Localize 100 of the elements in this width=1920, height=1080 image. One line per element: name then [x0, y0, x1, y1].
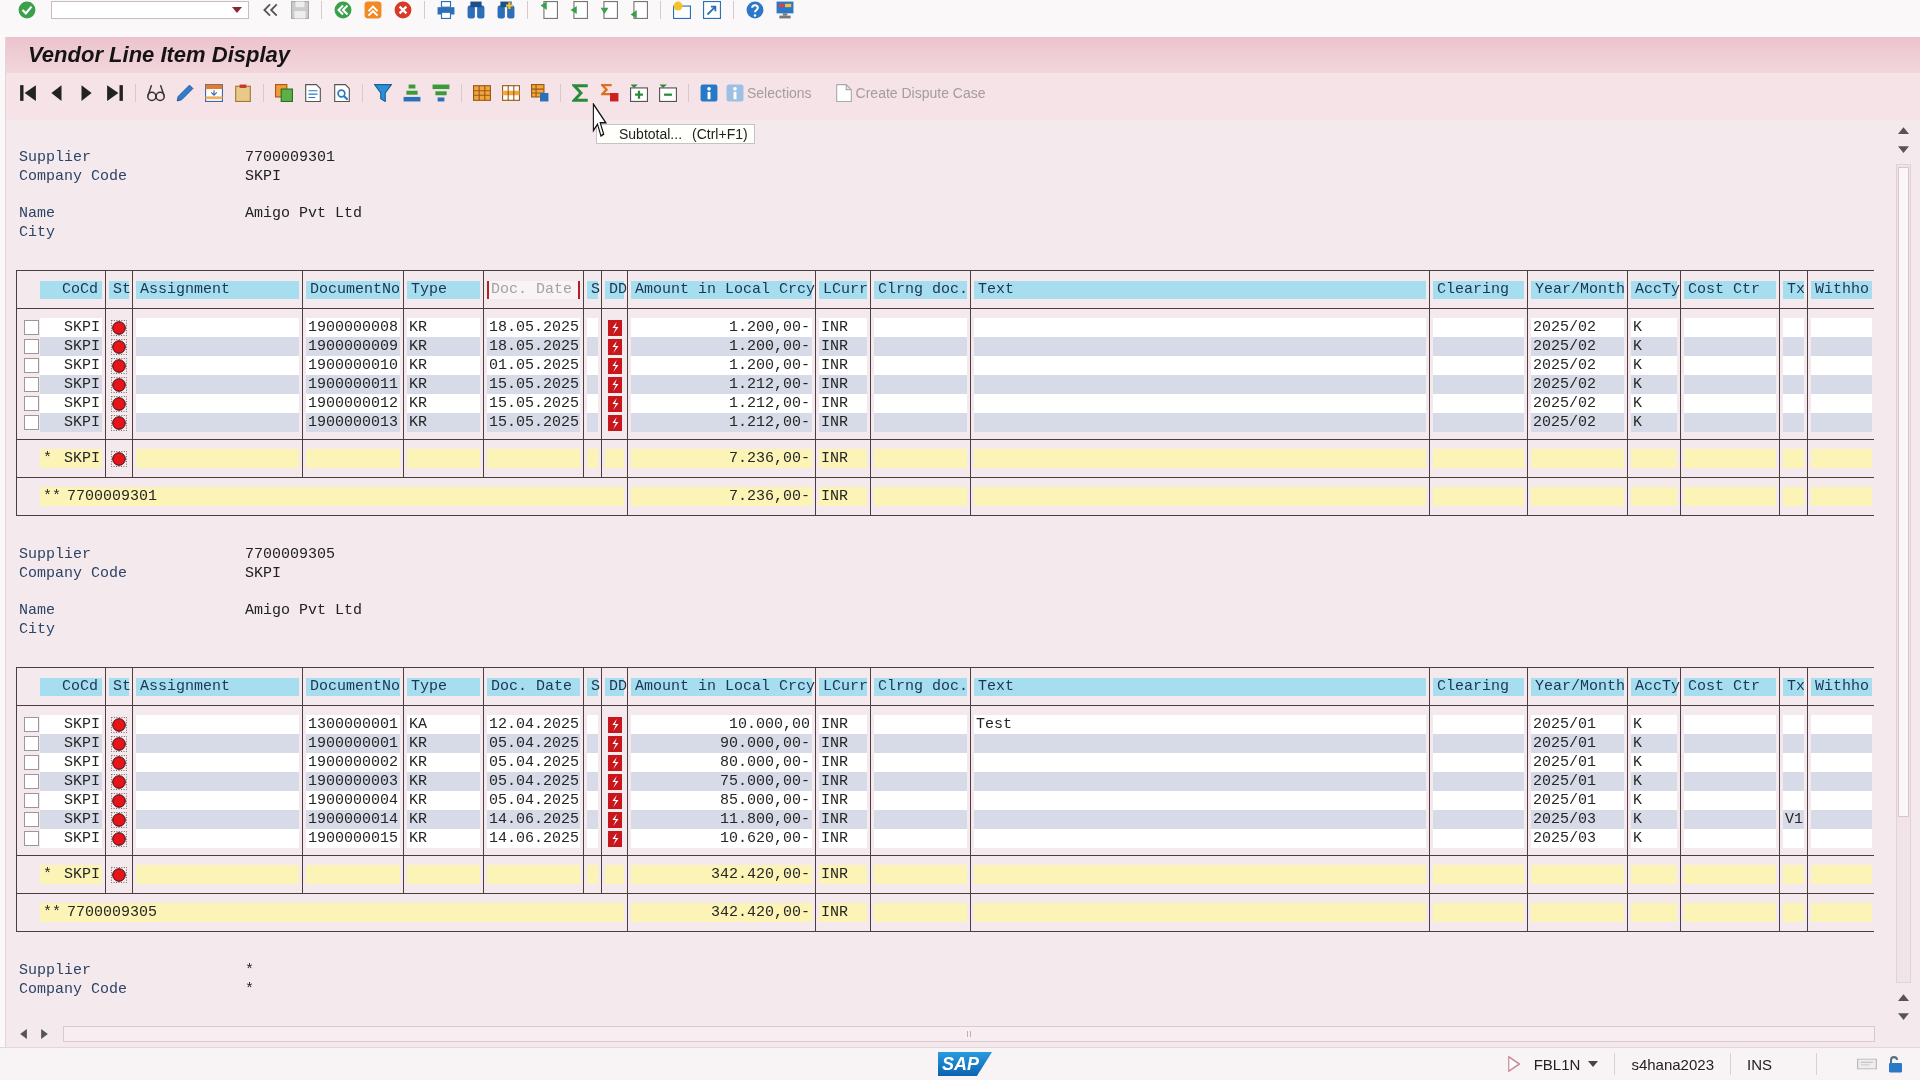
empty-cell	[1811, 487, 1872, 506]
empty-cell	[1783, 413, 1804, 432]
binoculars-plus-icon[interactable]	[497, 1, 515, 19]
document-icon[interactable]	[304, 83, 322, 102]
sort-ascending-icon[interactable]	[403, 83, 421, 102]
sort-descending-icon[interactable]	[432, 83, 450, 102]
back-icon[interactable]	[334, 1, 352, 19]
table-rows-icon[interactable]	[502, 83, 520, 102]
checkbox[interactable]	[24, 415, 39, 430]
column-header[interactable]: Cost Ctr	[1684, 678, 1776, 696]
monitor-icon[interactable]	[776, 1, 794, 19]
column-header[interactable]: DocumentNo	[306, 678, 400, 696]
scroll-down-icon[interactable]	[1898, 145, 1909, 154]
subtotal-icon[interactable]	[601, 83, 619, 102]
column-header[interactable]: Withho	[1811, 678, 1872, 696]
check-icon[interactable]	[18, 1, 36, 19]
column-header[interactable]: CoCd	[40, 281, 102, 299]
column-header[interactable]: S	[587, 281, 598, 299]
column-header[interactable]: St	[109, 281, 129, 299]
column-header[interactable]: Clrng doc.	[874, 281, 967, 299]
table-cell: 05.04.2025	[487, 772, 580, 791]
glasses-icon[interactable]	[147, 83, 165, 102]
column-header[interactable]: Assignment	[136, 281, 299, 299]
scrollbar-thumb[interactable]	[1898, 167, 1909, 818]
table-cell: 18.05.2025	[487, 337, 580, 356]
table-cell: 1300000001	[306, 715, 400, 734]
column-header[interactable]: LCurr	[819, 678, 867, 696]
column-header[interactable]: Type	[407, 678, 480, 696]
command-field[interactable]	[51, 1, 249, 19]
empty-cell	[1811, 356, 1872, 375]
checkbox[interactable]	[24, 812, 39, 827]
table-columns-icon[interactable]	[205, 83, 223, 102]
checkbox[interactable]	[24, 793, 39, 808]
scroll-right-icon[interactable]	[40, 1029, 49, 1039]
column-header[interactable]: Withho	[1811, 281, 1872, 299]
exit-icon[interactable]	[364, 1, 382, 19]
info-icon[interactable]	[700, 83, 718, 102]
pages-icon[interactable]	[275, 83, 293, 102]
table-export-icon[interactable]	[531, 83, 549, 102]
field-label: Company Code	[19, 564, 128, 583]
company-code-text: SKPI	[64, 450, 100, 467]
lock-icon[interactable]	[1887, 1055, 1903, 1073]
checkbox[interactable]	[24, 396, 39, 411]
binoculars-icon[interactable]	[467, 1, 485, 19]
shortcut-icon[interactable]	[703, 1, 721, 19]
horizontal-scrollbar[interactable]	[63, 1026, 1875, 1042]
vertical-scrollbar[interactable]	[1896, 164, 1911, 983]
checkbox[interactable]	[24, 320, 39, 335]
column-header[interactable]: Type	[407, 281, 480, 299]
column-header[interactable]: Tx	[1783, 678, 1804, 696]
column-header[interactable]: Clearing	[1433, 678, 1524, 696]
filter-icon[interactable]	[374, 83, 392, 102]
document-search-icon[interactable]	[333, 83, 351, 102]
table-cell: 2025/02	[1531, 394, 1624, 413]
pencil-icon[interactable]	[176, 83, 194, 102]
column-header[interactable]: Assignment	[136, 678, 299, 696]
checkbox[interactable]	[24, 755, 39, 770]
column-header[interactable]: Text	[974, 678, 1426, 696]
collapse-icon[interactable]	[659, 83, 677, 102]
first-page-icon[interactable]	[19, 83, 37, 102]
scroll-down-icon[interactable]	[1898, 1012, 1909, 1021]
column-header[interactable]: Clearing	[1433, 281, 1524, 299]
print-icon[interactable]	[437, 1, 455, 19]
column-header[interactable]: Tx	[1783, 281, 1804, 299]
checkbox[interactable]	[24, 717, 39, 732]
checkbox[interactable]	[24, 339, 39, 354]
checkbox[interactable]	[24, 831, 39, 846]
checkbox[interactable]	[24, 377, 39, 392]
sigma-icon[interactable]	[572, 83, 590, 102]
table-cell: 10.000,00	[631, 715, 812, 734]
table-cell: KR	[407, 318, 480, 337]
checkbox[interactable]	[24, 774, 39, 789]
checkbox[interactable]	[24, 358, 39, 373]
column-header[interactable]: Year/Month	[1531, 678, 1624, 696]
column-header[interactable]: Doc. Date	[487, 678, 580, 696]
column-header[interactable]: CoCd	[40, 678, 102, 696]
spreadsheet-icon[interactable]	[473, 83, 491, 102]
table-cell: 2025/03	[1531, 810, 1624, 829]
column-header[interactable]: Text	[974, 281, 1426, 299]
column-header[interactable]: DocumentNo	[306, 281, 400, 299]
transaction-dropdown[interactable]: FBL1N	[1529, 1055, 1603, 1073]
scroll-up-icon[interactable]	[1898, 126, 1909, 135]
double-chevron-icon[interactable]	[261, 1, 279, 19]
triangle-right-icon[interactable]	[1507, 1056, 1520, 1072]
column-header[interactable]: S	[587, 678, 598, 696]
clipboard-icon[interactable]	[234, 83, 252, 102]
column-header[interactable]: Year/Month	[1531, 281, 1624, 299]
column-header[interactable]: Clrng doc.	[874, 678, 967, 696]
last-page-icon[interactable]	[106, 83, 124, 102]
cancel-icon[interactable]	[394, 1, 412, 19]
new-window-icon[interactable]	[673, 1, 691, 19]
column-header[interactable]: St	[109, 678, 129, 696]
checkbox[interactable]	[24, 736, 39, 751]
help-icon[interactable]	[746, 1, 764, 19]
caret-icon	[1588, 1060, 1599, 1068]
scroll-up-icon[interactable]	[1898, 993, 1909, 1002]
column-header[interactable]: LCurr	[819, 281, 867, 299]
scroll-left-icon[interactable]	[19, 1029, 28, 1039]
column-header[interactable]: Cost Ctr	[1684, 281, 1776, 299]
expand-icon[interactable]	[630, 83, 648, 102]
